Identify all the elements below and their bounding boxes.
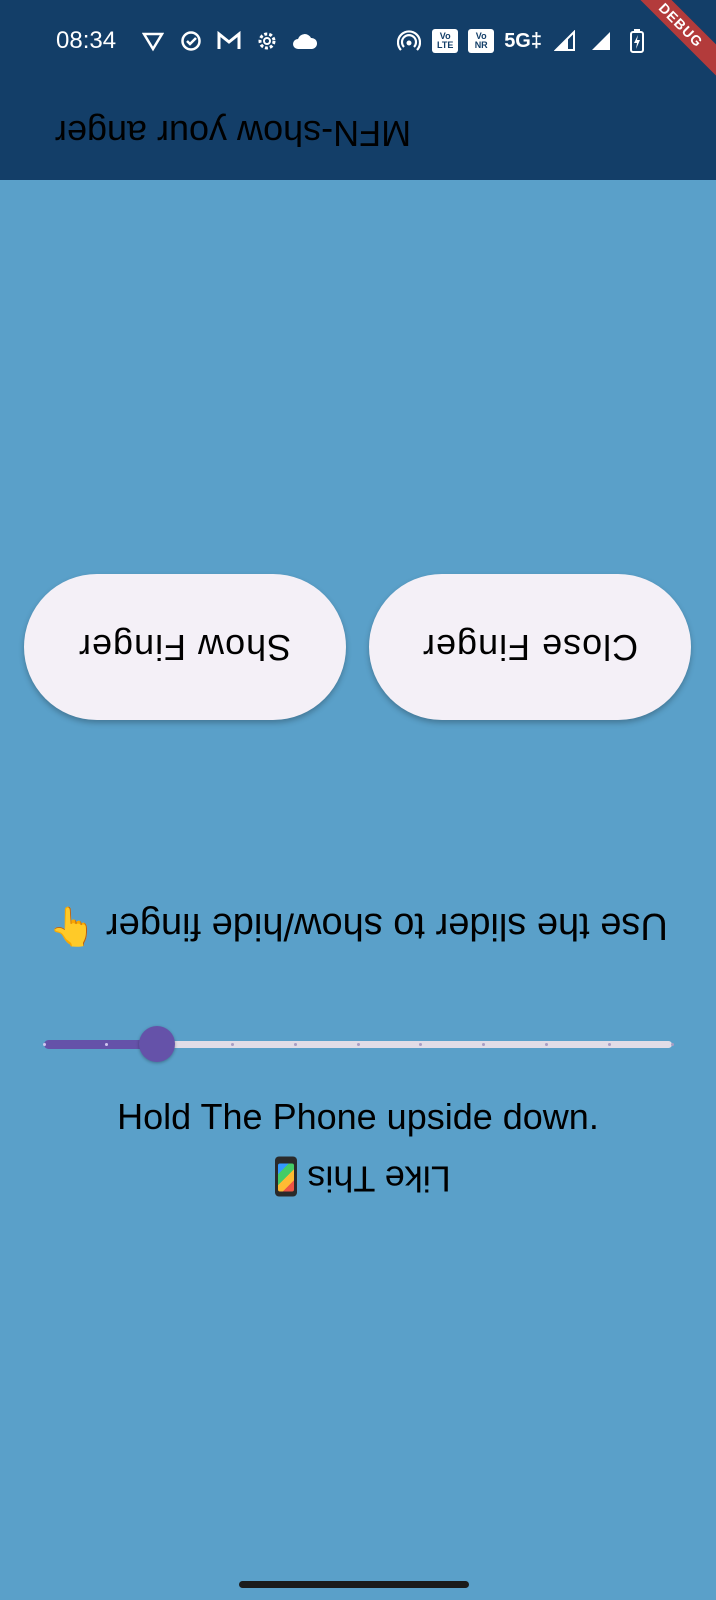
signal-icon <box>552 28 578 54</box>
gmail-icon <box>216 28 242 54</box>
notification-icons <box>140 28 318 54</box>
app-bar: MFN-show your anger <box>0 84 716 180</box>
settings-icon <box>254 28 280 54</box>
close-finger-label: Close Finger <box>421 627 639 668</box>
slider-tick <box>42 1043 46 1046</box>
slider-tick <box>670 1043 674 1046</box>
slider-thumb[interactable] <box>139 1026 176 1062</box>
battery-charging-icon <box>624 28 650 54</box>
slider-instruction: Use the slider to show/hide finger 👇 <box>48 905 668 947</box>
slider-tick <box>293 1043 297 1046</box>
hotspot-icon <box>396 28 422 54</box>
home-indicator[interactable] <box>239 1581 469 1588</box>
app-title: MFN-show your anger <box>54 113 412 154</box>
status-bar: 08:34 Vo LTE Vo NR 5G‡ DEBUG <box>0 0 716 84</box>
cloud-icon <box>292 28 318 54</box>
close-finger-button[interactable]: Close Finger <box>369 574 691 720</box>
volte-badge: Vo LTE <box>432 29 459 53</box>
show-finger-label: Show Finger <box>78 627 292 668</box>
show-finger-button[interactable]: Show Finger <box>24 574 346 720</box>
signal-icon-2 <box>588 28 614 54</box>
slider-tick <box>230 1043 234 1046</box>
hold-hint: Hold The Phone upside down. <box>117 1096 599 1137</box>
vpn-icon <box>140 28 166 54</box>
like-this-hint: Like This <box>0 1156 716 1199</box>
vonr-bottom: NR <box>474 40 488 50</box>
slider-tick <box>607 1043 611 1046</box>
network-type: 5G‡ <box>504 29 542 52</box>
vonr-badge: Vo NR <box>468 29 495 53</box>
slider-tick <box>544 1043 548 1046</box>
status-time: 08:34 <box>56 27 117 54</box>
mobile-phone-icon <box>275 1156 298 1196</box>
like-this-label: Like This <box>307 1158 451 1200</box>
volte-bottom: LTE <box>437 40 454 50</box>
finger-slider[interactable] <box>40 1024 676 1064</box>
system-icons: Vo LTE Vo NR 5G‡ <box>396 28 650 54</box>
slider-tick <box>356 1043 360 1046</box>
check-circle-icon <box>178 28 204 54</box>
